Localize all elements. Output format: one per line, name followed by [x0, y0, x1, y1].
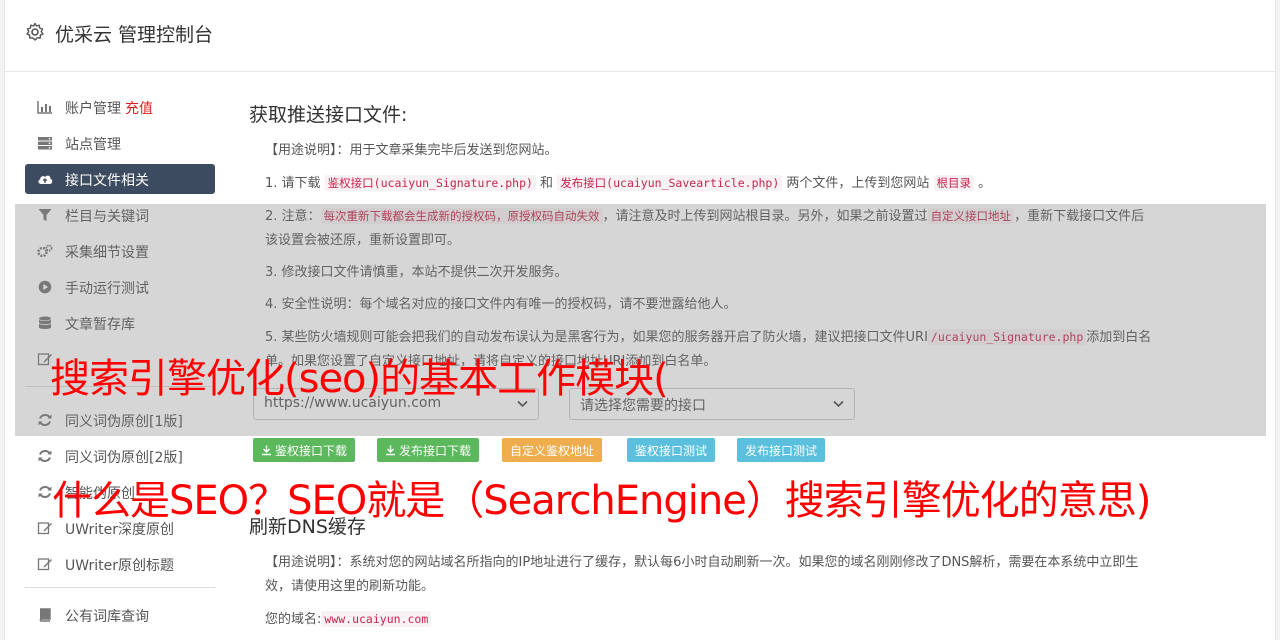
recharge-link[interactable]: 充值 [125, 101, 153, 117]
sidebar-item-label: UWriter原创标题 [65, 558, 174, 574]
savearticle-file-link[interactable]: 发布接口(ucaiyun_Savearticle.php) [557, 175, 783, 191]
filter-icon [38, 209, 52, 221]
step-4: 4. 安全性说明：每个域名对应的接口文件内有唯一的授权码，请不要泄露给他人。 [265, 297, 737, 312]
overlay-text-line-1: 搜索引擎优化(seo)的基本工作模块( [50, 356, 669, 402]
domain-value: www.ucaiyun.com [321, 611, 432, 627]
chevron-down-icon [833, 400, 844, 408]
custom-address-code: 自定义接口地址 [927, 208, 1015, 224]
sidebar-item-label: 文章暂存库 [65, 317, 135, 333]
database-icon [38, 316, 52, 329]
cogs-icon [37, 244, 53, 258]
sidebar-item-label: 同义词伪原创[1版] [65, 414, 183, 430]
dns-usage-text: 【用途说明】：系统对您的网站域名所指向的IP地址进行了缓存，默认每6小时自动刷新… [265, 555, 1139, 594]
gear-icon [26, 22, 44, 41]
uri-code: /ucaiyun_Signature.php [927, 329, 1087, 345]
cloud-upload-icon [38, 175, 53, 184]
refresh-icon [38, 450, 52, 462]
sidebar-item-label: 采集细节设置 [65, 245, 149, 261]
edit-icon [37, 522, 52, 535]
custom-auth-address-button[interactable]: 自定义鉴权地址 [502, 438, 603, 462]
refresh-icon [38, 486, 52, 498]
sidebar-item-article-store[interactable]: 文章暂存库 [25, 308, 215, 338]
book-icon [39, 608, 51, 622]
play-circle-icon [38, 280, 52, 294]
sidebar-item-account[interactable]: 账户管理 充值 [25, 92, 215, 122]
step-1: 1. 请下载 鉴权接口(ucaiyun_Signature.php) 和 发布接… [265, 175, 992, 191]
sidebar-item-label: 手动运行测试 [65, 281, 149, 297]
sidebar-item-label: 栏目与关键词 [65, 209, 149, 225]
overlay-text-line-2: 什么是SEO？SEO就是（SearchEngine）搜索引擎优化的意思) [52, 478, 1151, 524]
sidebar-item-collect-settings[interactable]: 采集细节设置 [25, 236, 215, 266]
sidebar-item-synonym-v1[interactable]: 同义词伪原创[1版] [25, 405, 215, 435]
domain-label: 您的域名: [265, 612, 322, 627]
page-title: 优采云 管理控制台 [55, 24, 214, 46]
sidebar-item-manual-run[interactable]: 手动运行测试 [25, 272, 215, 302]
download-icon [262, 445, 271, 456]
button-row: 鉴权接口下载 发布接口下载 自定义鉴权地址 鉴权接口测试 发布接口测试 [249, 438, 1169, 464]
sidebar-item-label: 站点管理 [65, 137, 121, 153]
step-3: 3. 修改接口文件请慎重，本站不提供二次开发服务。 [265, 265, 568, 280]
bar-chart-icon [37, 101, 52, 114]
sidebar-item-interface-files[interactable]: 接口文件相关 [25, 164, 215, 194]
header: 优采云 管理控制台 [5, 0, 1275, 72]
domain-row: 您的域名: www.ucaiyun.com [265, 607, 1155, 632]
download-icon [386, 445, 395, 456]
sidebar-item-uwriter-title[interactable]: UWriter原创标题 [25, 549, 215, 579]
download-publish-button[interactable]: 发布接口下载 [377, 438, 480, 462]
root-dir-code: 根目录 [933, 175, 975, 191]
sidebar-divider [25, 587, 215, 588]
signature-file-link[interactable]: 鉴权接口(ucaiyun_Signature.php) [324, 175, 536, 191]
server-icon [38, 137, 52, 150]
sidebar-item-label: 账户管理 [65, 101, 121, 117]
step-2: 2. 注意： 每次重新下载都会生成新的授权码，原授权码自动失效 ，请注意及时上传到网… [265, 208, 1145, 248]
sidebar-item-label: 接口文件相关 [65, 173, 149, 189]
sidebar-item-sites[interactable]: 站点管理 [25, 128, 215, 158]
edit-icon [37, 558, 52, 571]
console-frame: 优采云 管理控制台 账户管理 充值 站点管理 接口文件相关 栏目与关键词 采集细节… [4, 0, 1276, 640]
test-publish-button[interactable]: 发布接口测试 [737, 438, 826, 462]
test-signature-button[interactable]: 鉴权接口测试 [627, 438, 716, 462]
sidebar-item-synonym-v2[interactable]: 同义词伪原创[2版] [25, 441, 215, 471]
section-title-interface: 获取推送接口文件: [249, 104, 408, 126]
auth-warning-code: 每次重新下载都会生成新的授权码，原授权码自动失效 [320, 208, 603, 224]
sidebar-item-public-lexicon[interactable]: 公有词库查询 [25, 600, 215, 630]
download-signature-button[interactable]: 鉴权接口下载 [253, 438, 356, 462]
sidebar-item-columns-keywords[interactable]: 栏目与关键词 [25, 200, 215, 230]
refresh-icon [38, 414, 52, 426]
sidebar-item-label: 公有词库查询 [65, 609, 149, 625]
usage-text: 【用途说明】：用于文章采集完毕后发送到您网站。 [265, 143, 558, 158]
sidebar-item-label: 同义词伪原创[2版] [65, 450, 183, 466]
